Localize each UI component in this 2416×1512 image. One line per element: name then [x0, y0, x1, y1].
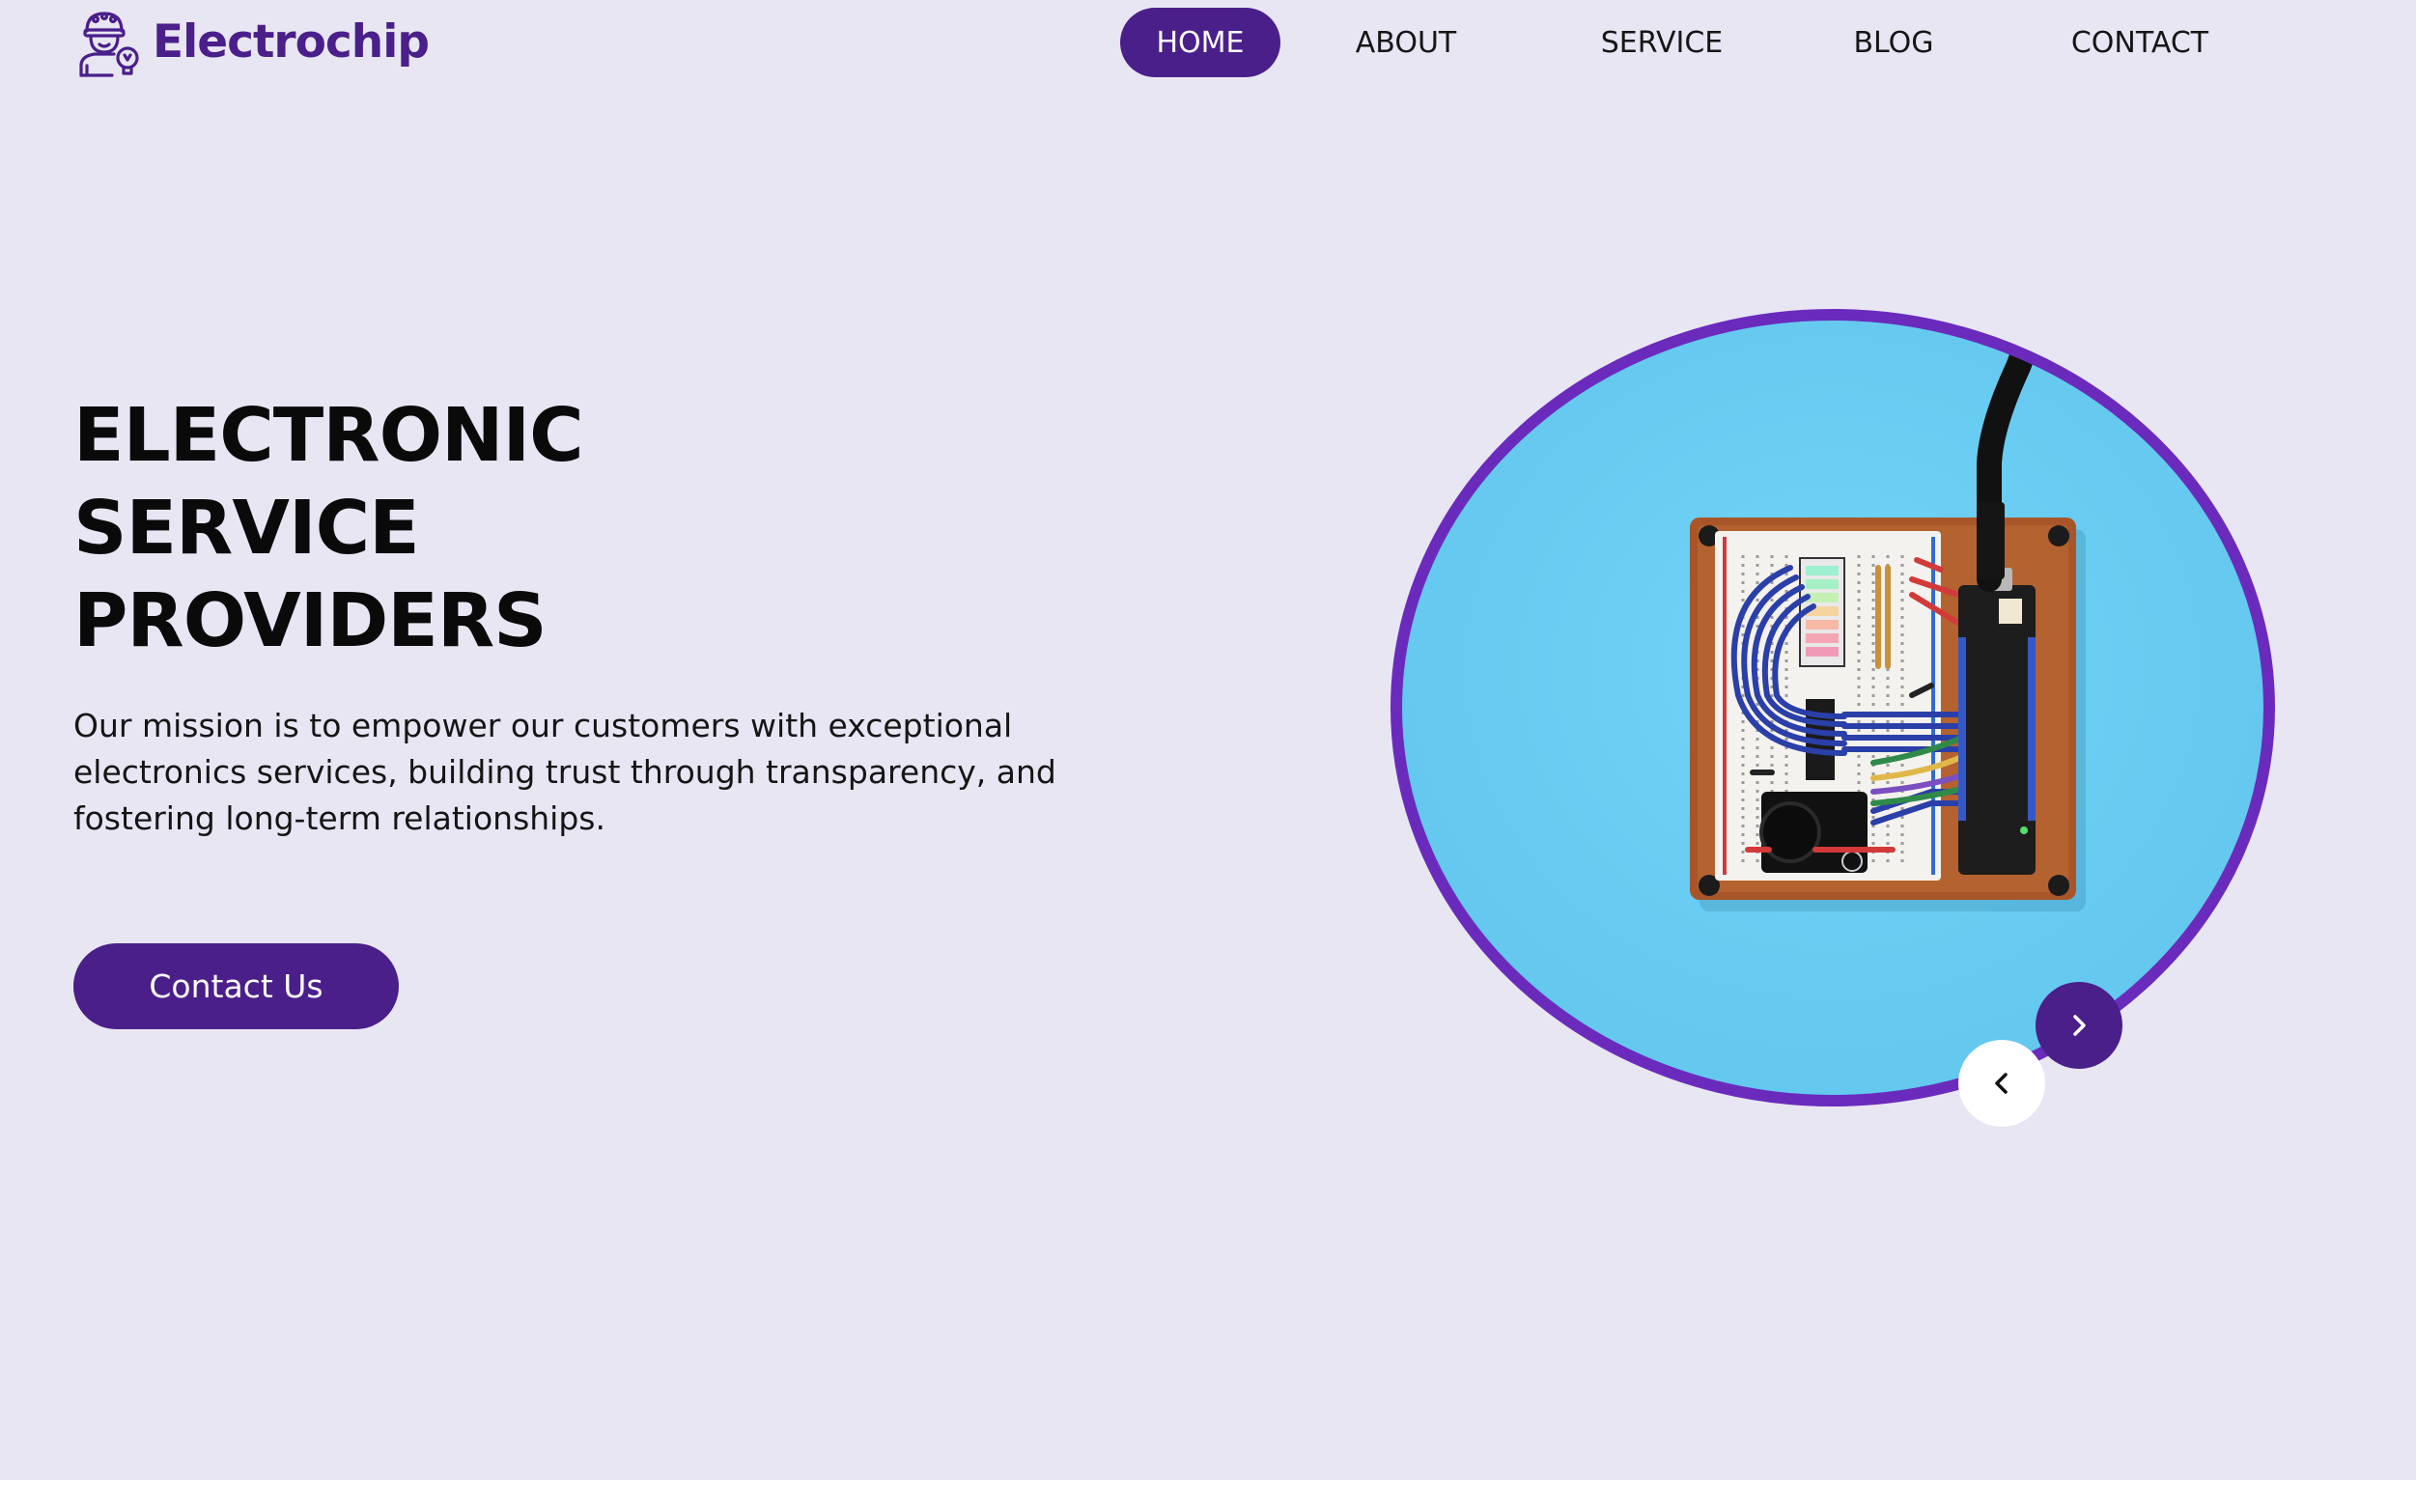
nav-item-contact[interactable]: CONTACT — [2053, 8, 2227, 77]
headline-line: PROVIDERS — [73, 578, 548, 664]
headline-line: SERVICE — [73, 486, 420, 572]
engineer-with-bulb-icon — [79, 12, 139, 77]
main-nav: HOME ABOUT SERVICE BLOG CONTACT — [1120, 8, 2337, 77]
breadboard-circuit-photo — [1391, 309, 2275, 1106]
chevron-right-icon — [2073, 1015, 2086, 1036]
hero-headline: ELECTRONIC SERVICE PROVIDERS — [73, 390, 584, 668]
hero-image — [1391, 309, 2275, 1110]
hero-section: Electrochip HOME ABOUT SERVICE BLOG CONT… — [0, 0, 2416, 1480]
nav-item-home[interactable]: HOME — [1120, 8, 1280, 77]
nav-item-service[interactable]: SERVICE — [1589, 8, 1734, 77]
carousel-prev-button[interactable] — [1958, 1040, 2045, 1127]
nav-item-about[interactable]: ABOUT — [1348, 8, 1464, 77]
nav-item-blog[interactable]: BLOG — [1842, 8, 1945, 77]
mission-statement: Our mission is to empower our customers … — [73, 707, 1056, 837]
contact-us-button[interactable]: Contact Us — [73, 943, 399, 1029]
headline-line: ELECTRONIC — [73, 393, 584, 479]
chevron-left-icon — [1995, 1073, 2008, 1094]
brand-name: Electrochip — [153, 14, 430, 69]
brand-logo[interactable]: Electrochip — [73, 6, 430, 77]
carousel-next-button[interactable] — [2036, 982, 2122, 1069]
page-bottom-strip — [0, 1480, 2416, 1512]
